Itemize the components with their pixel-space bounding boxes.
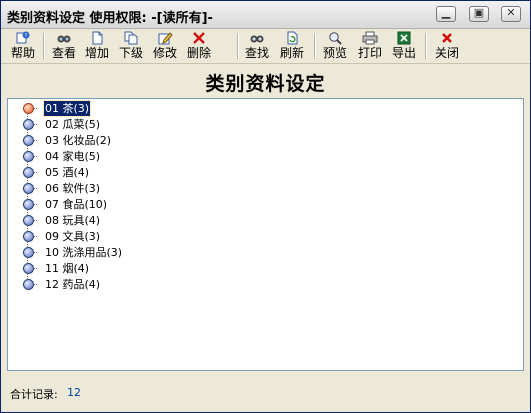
- node-bullet-icon: [23, 183, 34, 194]
- toolbar-separator: [43, 33, 45, 59]
- export-button[interactable]: 导出: [389, 30, 419, 62]
- delete-button[interactable]: 删除: [184, 30, 214, 62]
- tree-node[interactable]: 03 化妆品(2): [22, 133, 422, 149]
- node-bullet-icon: [23, 263, 34, 274]
- find-icon: [250, 35, 264, 43]
- tree-node-label[interactable]: 09 文具(3): [44, 229, 101, 244]
- close-window-icon: ✕: [506, 6, 516, 19]
- node-bullet-icon: [23, 135, 34, 146]
- record-count-value: 12: [67, 386, 81, 399]
- window-title: 类别资料设定 使用权限: -[读所有]-: [7, 11, 213, 26]
- tree-node[interactable]: 02 瓜菜(5): [22, 117, 422, 133]
- close-label: 关闭: [434, 46, 459, 60]
- tree-node[interactable]: 10 洗涤用品(3): [22, 245, 422, 261]
- refresh-label: 刷新: [279, 46, 304, 60]
- print-label: 打印: [357, 46, 382, 60]
- node-bullet-icon: [23, 167, 34, 178]
- app-window: 类别资料设定 使用权限: -[读所有]- ▁ ▣ ✕ ? 帮助 查看 增加 下级…: [0, 0, 531, 413]
- help-label: 帮助: [10, 46, 35, 60]
- tree-node[interactable]: 01 茶(3): [22, 100, 422, 117]
- title-bar[interactable]: 类别资料设定 使用权限: -[读所有]- ▁ ▣ ✕: [1, 1, 530, 29]
- sublevel-icon: [124, 31, 138, 45]
- close-button[interactable]: 关闭: [432, 30, 462, 62]
- node-bullet-icon: [23, 247, 34, 258]
- page-header: 类别资料设定: [1, 64, 530, 97]
- tree-node[interactable]: 12 药品(4): [22, 277, 422, 293]
- close-window-button[interactable]: ✕: [501, 6, 521, 22]
- tree-node-label[interactable]: 11 烟(4): [44, 261, 90, 276]
- tree-node[interactable]: 08 玩具(4): [22, 213, 422, 229]
- tree-node[interactable]: 09 文具(3): [22, 229, 422, 245]
- export-icon: [397, 31, 411, 45]
- export-label: 导出: [391, 46, 416, 60]
- node-bullet-icon: [23, 279, 34, 290]
- maximize-icon: ▣: [473, 6, 485, 19]
- category-tree[interactable]: 01 茶(3) 02 瓜菜(5) 03 化妆品(2) 04 家电(5) 05 酒(4) 0…: [7, 98, 524, 371]
- tree-node-label[interactable]: 05 酒(4): [44, 165, 90, 180]
- view-icon: [57, 35, 71, 43]
- toolbar-separator: [314, 33, 316, 59]
- node-bullet-icon: [23, 199, 34, 210]
- tree-node-label[interactable]: 03 化妆品(2): [44, 133, 112, 148]
- tree-node-label[interactable]: 12 药品(4): [44, 277, 101, 292]
- delete-label: 删除: [186, 46, 211, 60]
- tree-node-label[interactable]: 07 食品(10): [44, 197, 108, 212]
- add-icon: [92, 31, 103, 45]
- toolbar-separator: [425, 33, 427, 59]
- add-label: 增加: [84, 46, 109, 60]
- tree-node[interactable]: 11 烟(4): [22, 261, 422, 277]
- maximize-button[interactable]: ▣: [469, 6, 489, 22]
- status-bar: 合计记录: 12: [1, 381, 530, 403]
- tree-node-label[interactable]: 06 软件(3): [44, 181, 101, 196]
- node-bullet-icon: [23, 151, 34, 162]
- edit-button[interactable]: 修改: [150, 30, 180, 62]
- sublevel-label: 下级: [118, 46, 143, 60]
- refresh-icon: [287, 31, 298, 45]
- tree-node-label[interactable]: 01 茶(3): [42, 100, 92, 117]
- refresh-button[interactable]: 刷新: [277, 30, 307, 62]
- edit-label: 修改: [152, 46, 177, 60]
- close-icon: [442, 33, 452, 43]
- node-bullet-icon: [23, 231, 34, 242]
- help-button[interactable]: ? 帮助: [8, 30, 38, 62]
- print-icon: [362, 31, 378, 45]
- node-bullet-icon: [23, 103, 34, 114]
- sublevel-button[interactable]: 下级: [116, 30, 146, 62]
- find-label: 查找: [244, 46, 269, 60]
- node-bullet-icon: [23, 215, 34, 226]
- node-bullet-icon: [23, 119, 34, 130]
- print-button[interactable]: 打印: [355, 30, 385, 62]
- tree-node-label[interactable]: 02 瓜菜(5): [44, 117, 101, 132]
- view-button[interactable]: 查看: [49, 30, 79, 62]
- tree-node[interactable]: 07 食品(10): [22, 197, 422, 213]
- preview-icon: [329, 32, 342, 45]
- tree-node[interactable]: 06 软件(3): [22, 181, 422, 197]
- preview-label: 预览: [322, 46, 347, 60]
- minimize-icon: ▁: [441, 6, 451, 19]
- minimize-button[interactable]: ▁: [436, 6, 456, 22]
- view-label: 查看: [51, 46, 76, 60]
- tree-node[interactable]: 05 酒(4): [22, 165, 422, 181]
- svg-text:?: ?: [24, 33, 27, 39]
- toolbar-separator: [237, 33, 239, 59]
- find-button[interactable]: 查找: [242, 30, 272, 62]
- help-icon: ?: [16, 31, 30, 44]
- toolbar: ? 帮助 查看 增加 下级 修改 删除 查找 刷新 预览 打印 导出 关闭: [1, 29, 530, 64]
- preview-button[interactable]: 预览: [320, 30, 350, 62]
- add-button[interactable]: 增加: [82, 30, 112, 62]
- edit-icon: [158, 32, 173, 45]
- record-count-label: 合计记录:: [10, 388, 58, 401]
- page-title: 类别资料设定: [205, 73, 326, 95]
- tree-node-label[interactable]: 10 洗涤用品(3): [44, 245, 123, 260]
- delete-icon: [193, 32, 205, 44]
- tree-node-label[interactable]: 08 玩具(4): [44, 213, 101, 228]
- tree-node[interactable]: 04 家电(5): [22, 149, 422, 165]
- tree-node-label[interactable]: 04 家电(5): [44, 149, 101, 164]
